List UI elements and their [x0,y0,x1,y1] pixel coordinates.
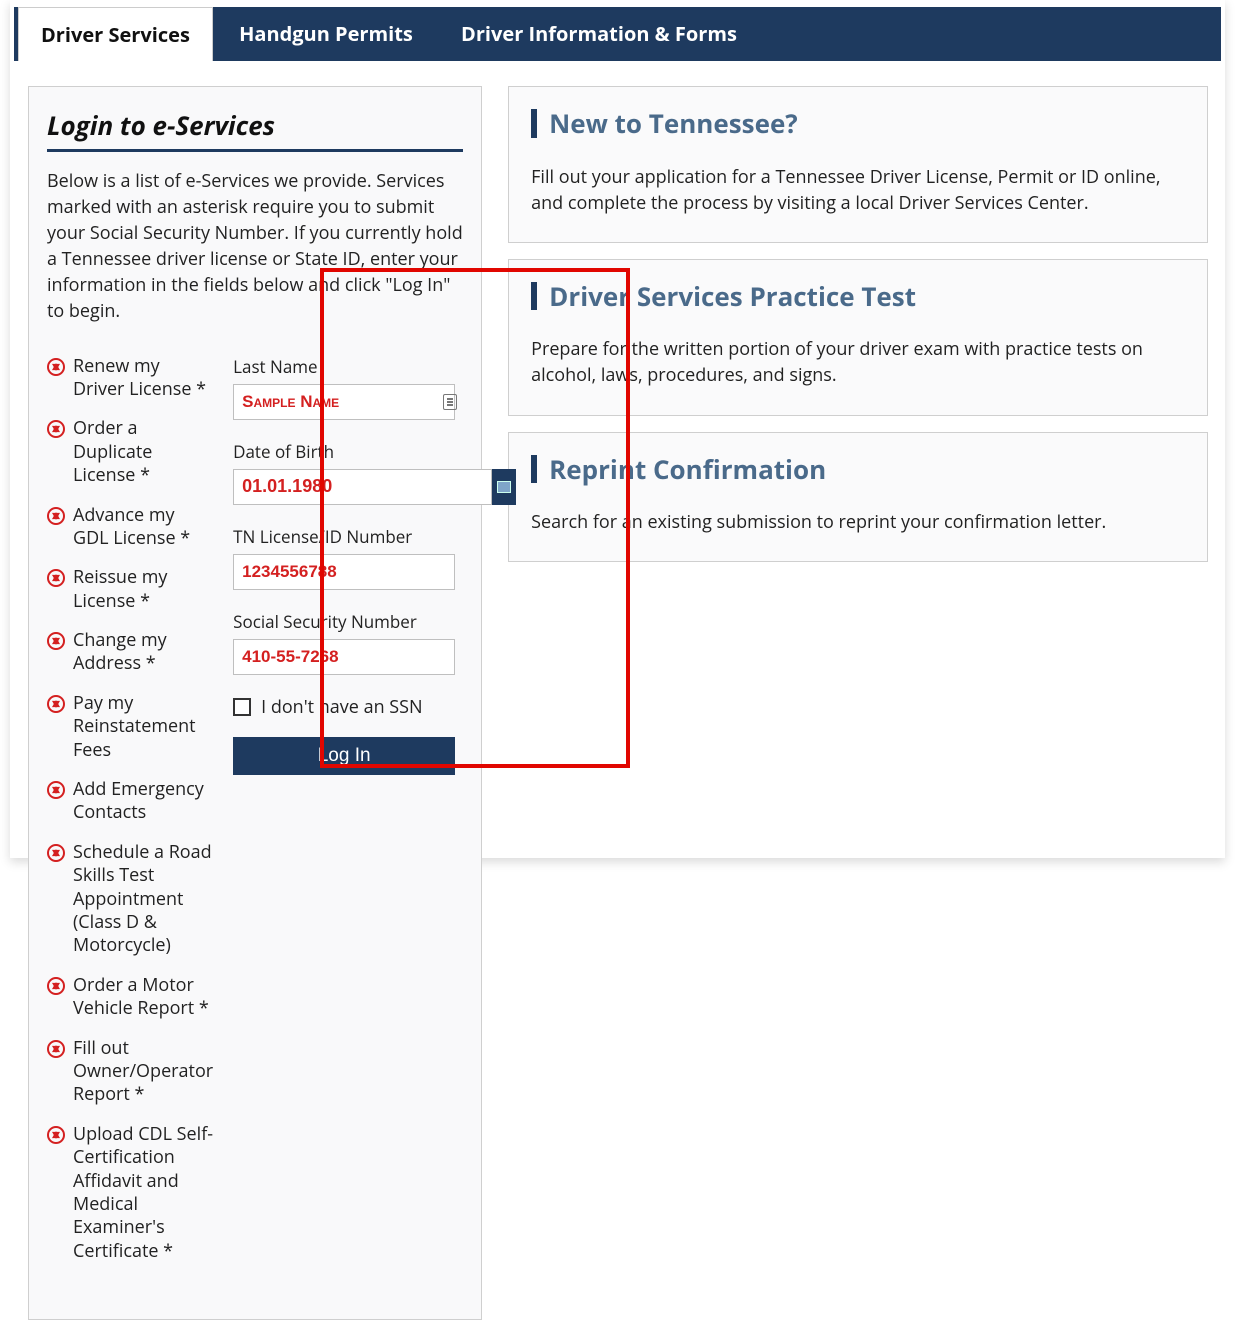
no-ssn-label: I don't have an SSN [261,695,422,719]
last-name-label: Last Name [233,355,463,378]
service-item-label: Reissue my License * [73,566,213,613]
star-icon [47,977,65,995]
calendar-icon [497,481,511,493]
info-card-2: Reprint Confirmation Search for an existi… [508,432,1208,563]
star-icon [47,420,65,438]
license-label: TN License/ID Number [233,525,463,548]
info-card-1: Driver Services Practice Test Prepare for… [508,259,1208,416]
tab-bar: Driver Services Handgun Permits Driver I… [14,7,1221,61]
star-icon [47,632,65,650]
id-card-icon [443,394,457,410]
service-item-1[interactable]: Order a Duplicate License * [47,417,213,487]
service-item-8[interactable]: Order a Motor Vehicle Report * [47,974,213,1021]
service-item-label: Advance my GDL License * [73,504,213,551]
ssn-label: Social Security Number [233,610,463,633]
no-ssn-row: I don't have an SSN [233,695,463,719]
login-panel: Login to e-Services Below is a list of e… [28,86,482,1320]
service-item-7[interactable]: Schedule a Road Skills Test Appointment … [47,841,213,958]
no-ssn-checkbox[interactable] [233,698,251,716]
field-dob: Date of Birth [233,440,463,505]
star-icon [47,695,65,713]
service-item-label: Upload CDL Self-Certification Affidavit … [73,1123,213,1263]
dob-label: Date of Birth [233,440,463,463]
tab-driver-info-forms[interactable]: Driver Information & Forms [439,7,759,61]
info-card-title[interactable]: New to Tennessee? [531,109,1185,138]
star-icon [47,1040,65,1058]
star-icon [47,507,65,525]
content-row: Login to e-Services Below is a list of e… [28,86,1208,1320]
license-input[interactable] [233,554,455,590]
service-item-4[interactable]: Change my Address * [47,629,213,676]
star-icon [47,781,65,799]
info-card-text: Fill out your application for a Tennesse… [531,164,1185,216]
service-item-9[interactable]: Fill out Owner/Operator Report * [47,1037,213,1107]
tab-handgun-permits[interactable]: Handgun Permits [217,7,435,61]
service-item-label: Schedule a Road Skills Test Appointment … [73,841,213,958]
service-item-0[interactable]: Renew my Driver License * [47,355,213,402]
info-card-text: Search for an existing submission to rep… [531,509,1185,535]
login-button[interactable]: Log In [233,737,455,775]
service-item-5[interactable]: Pay my Reinstatement Fees [47,692,213,762]
service-item-label: Change my Address * [73,629,213,676]
service-item-label: Order a Duplicate License * [73,417,213,487]
login-panel-title: Login to e-Services [47,107,463,152]
service-item-6[interactable]: Add Emergency Contacts [47,778,213,825]
login-two-col: Renew my Driver License * Order a Duplica… [47,355,463,1280]
star-icon [47,569,65,587]
field-last-name: Last Name [233,355,463,420]
last-name-input[interactable] [233,384,455,420]
service-item-2[interactable]: Advance my GDL License * [47,504,213,551]
ssn-input[interactable] [233,639,455,675]
service-item-label: Renew my Driver License * [73,355,213,402]
service-item-10[interactable]: Upload CDL Self-Certification Affidavit … [47,1123,213,1263]
star-icon [47,844,65,862]
field-ssn: Social Security Number [233,610,463,675]
dob-input[interactable] [233,469,492,505]
info-card-title[interactable]: Reprint Confirmation [531,455,1185,484]
dob-calendar-button[interactable] [492,469,516,505]
tab-driver-services[interactable]: Driver Services [18,7,213,61]
info-card-text: Prepare for the written portion of your … [531,336,1185,388]
field-license: TN License/ID Number [233,525,463,590]
star-icon [47,358,65,376]
service-item-label: Fill out Owner/Operator Report * [73,1037,213,1107]
login-intro-text: Below is a list of e-Services we provide… [47,168,463,325]
service-item-label: Order a Motor Vehicle Report * [73,974,213,1021]
star-icon [47,1126,65,1144]
login-form: Last Name Date of Birth TN License/ID Nu… [233,355,463,1280]
info-card-title[interactable]: Driver Services Practice Test [531,282,1185,311]
service-item-3[interactable]: Reissue my License * [47,566,213,613]
info-card-0: New to Tennessee? Fill out your applicati… [508,86,1208,243]
service-item-label: Add Emergency Contacts [73,778,213,825]
service-item-label: Pay my Reinstatement Fees [73,692,213,762]
right-column: New to Tennessee? Fill out your applicati… [508,86,1208,1320]
services-list: Renew my Driver License * Order a Duplica… [47,355,213,1280]
